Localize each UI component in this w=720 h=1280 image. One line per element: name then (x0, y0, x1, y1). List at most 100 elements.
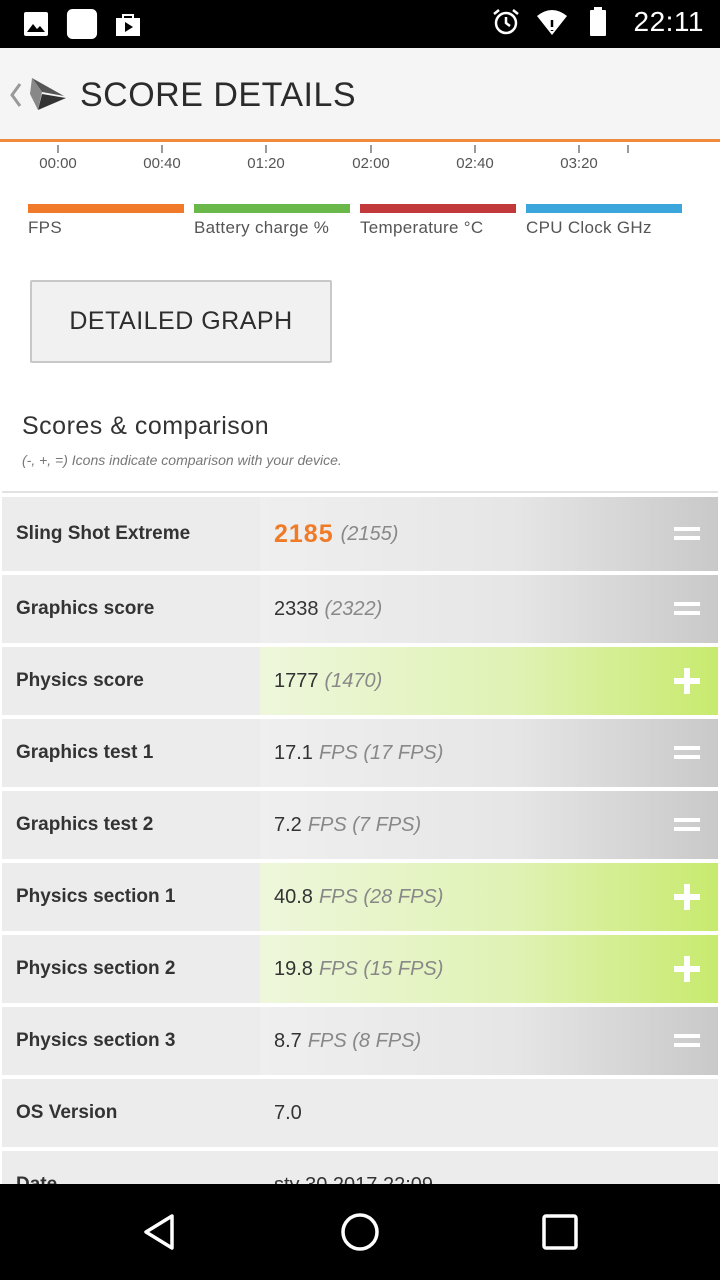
table-row: Graphics test 1 17.1 FPS (17 FPS) (2, 719, 718, 787)
back-chevron-icon[interactable] (6, 78, 28, 112)
row-comparison-value: FPS (8 FPS) (307, 1029, 422, 1052)
table-row: Sling Shot Extreme 2185 (2155) (2, 497, 718, 571)
notification-square-icon (66, 8, 98, 40)
play-store-icon (112, 8, 144, 40)
legend-color-swatch (360, 204, 516, 213)
row-value-cell: 7.0 (260, 1079, 718, 1147)
row-comparison-value: FPS (15 FPS) (318, 957, 444, 980)
battery-icon (582, 6, 614, 38)
row-value-cell: 17.1 FPS (17 FPS) (260, 719, 718, 787)
legend-color-swatch (526, 204, 682, 213)
scores-section-subtitle: (-, +, =) Icons indicate comparison with… (22, 452, 342, 468)
plus-icon (672, 666, 702, 696)
equal-icon (672, 594, 702, 624)
detailed-graph-button[interactable]: DETAILED GRAPH (30, 280, 332, 363)
time-tick-mark (265, 145, 267, 153)
row-comparison-value: FPS (7 FPS) (307, 813, 422, 836)
row-label: Graphics test 2 (2, 791, 260, 859)
equal-icon (672, 810, 702, 840)
row-comparison-value: (2155) (340, 522, 399, 545)
equal-icon (672, 738, 702, 768)
row-value: 7.0 (274, 1101, 302, 1124)
equal-icon (672, 519, 702, 549)
table-row: Physics score 1777 (1470) (2, 647, 718, 715)
status-bar-left-icons (20, 8, 144, 40)
row-comparison-value: (2322) (324, 597, 383, 620)
wifi-icon (536, 6, 568, 38)
row-value: 40.8 (274, 885, 313, 908)
table-row: Physics section 1 40.8 FPS (28 FPS) (2, 863, 718, 931)
row-value-cell: 2185 (2155) (260, 497, 718, 571)
time-tick-mark (578, 145, 580, 153)
row-value: 19.8 (274, 957, 313, 980)
row-comparison-value: (1470) (324, 669, 383, 692)
alarm-icon (490, 6, 522, 38)
legend-item: Temperature °C (360, 204, 516, 238)
row-value-cell: 8.7 FPS (8 FPS) (260, 1007, 718, 1075)
app-bar: SCORE DETAILS (0, 48, 720, 142)
time-tick-mark (474, 145, 476, 153)
scores-table: Sling Shot Extreme 2185 (2155) Graphics sco… (2, 497, 718, 1219)
clock-time: 22:11 (633, 6, 704, 37)
row-label: OS Version (2, 1079, 260, 1147)
scores-section-title: Scores & comparison (22, 412, 270, 440)
row-label: Physics section 1 (2, 863, 260, 931)
row-value: 2338 (274, 597, 319, 620)
row-label: Graphics test 1 (2, 719, 260, 787)
row-value: 17.1 (274, 741, 313, 764)
table-row: OS Version 7.0 (2, 1079, 718, 1147)
plus-icon (672, 882, 702, 912)
legend-label: CPU Clock GHz (526, 218, 652, 237)
time-tick-label: 00:00 (39, 155, 77, 172)
row-value-cell: 1777 (1470) (260, 647, 718, 715)
image-icon (20, 8, 52, 40)
time-tick-mark (161, 145, 163, 153)
back-triangle-icon[interactable] (136, 1208, 184, 1256)
graph-time-axis: 00:00 00:40 01:20 02:00 02:40 03:20 (0, 145, 720, 185)
3dmark-logo-icon[interactable] (28, 70, 70, 116)
status-bar: 22:11 (0, 0, 720, 48)
equal-icon (672, 1026, 702, 1056)
table-row: Physics section 2 19.8 FPS (15 FPS) (2, 935, 718, 1003)
graph-legend: FPS Battery charge % Temperature °C CPU Clo… (0, 204, 720, 244)
row-value: 8.7 (274, 1029, 302, 1052)
legend-color-swatch (28, 204, 184, 213)
table-row: Graphics test 2 7.2 FPS (7 FPS) (2, 791, 718, 859)
row-comparison-value: FPS (28 FPS) (318, 885, 444, 908)
overall-score-value: 2185 (274, 519, 334, 548)
legend-item: FPS (28, 204, 184, 238)
table-row: Graphics score 2338 (2322) (2, 575, 718, 643)
row-value: 1777 (274, 669, 319, 692)
legend-color-swatch (194, 204, 350, 213)
row-comparison-value: FPS (17 FPS) (318, 741, 444, 764)
row-value: 7.2 (274, 813, 302, 836)
plus-icon (672, 954, 702, 984)
row-value-cell: 19.8 FPS (15 FPS) (260, 935, 718, 1003)
time-tick-label: 02:40 (456, 155, 494, 172)
time-tick-label: 03:20 (560, 155, 598, 172)
section-divider (2, 491, 718, 493)
legend-item: CPU Clock GHz (526, 204, 682, 238)
time-tick-label: 02:00 (352, 155, 390, 172)
legend-label: FPS (28, 218, 62, 237)
navigation-bar (0, 1184, 720, 1280)
legend-label: Battery charge % (194, 218, 330, 237)
time-tick-label: 01:20 (247, 155, 285, 172)
row-label: Physics score (2, 647, 260, 715)
time-tick-mark (370, 145, 372, 153)
row-value-cell: 40.8 FPS (28 FPS) (260, 863, 718, 931)
row-label: Graphics score (2, 575, 260, 643)
row-label: Physics section 3 (2, 1007, 260, 1075)
status-bar-right-icons: 22:11 (490, 6, 705, 38)
row-label: Physics section 2 (2, 935, 260, 1003)
row-value-cell: 2338 (2322) (260, 575, 718, 643)
legend-label: Temperature °C (360, 218, 484, 237)
recents-square-icon[interactable] (536, 1208, 584, 1256)
row-label: Sling Shot Extreme (2, 497, 260, 571)
legend-item: Battery charge % (194, 204, 350, 238)
home-circle-icon[interactable] (336, 1208, 384, 1256)
time-tick-mark (627, 145, 629, 153)
row-value-cell: 7.2 FPS (7 FPS) (260, 791, 718, 859)
time-tick-label: 00:40 (143, 155, 181, 172)
page-title: SCORE DETAILS (80, 76, 357, 114)
